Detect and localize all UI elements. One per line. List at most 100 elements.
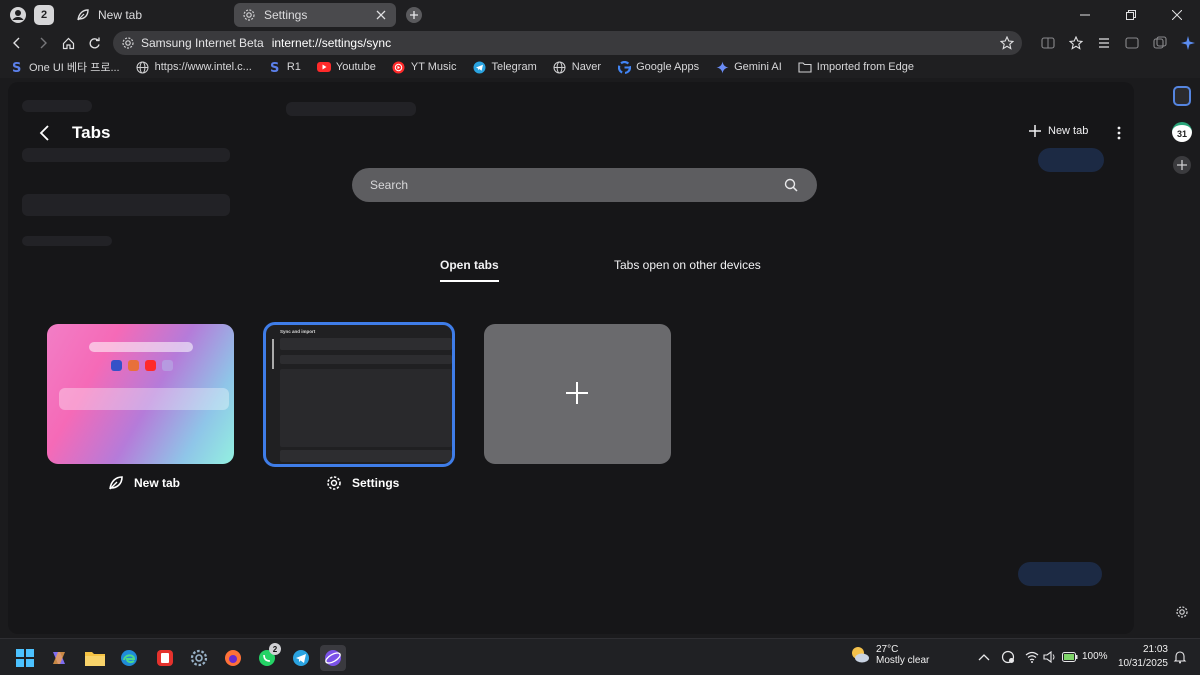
bookmark-star-icon[interactable] [999, 36, 1014, 50]
copilot-icon[interactable] [46, 645, 72, 671]
bookmark-label: Imported from Edge [816, 61, 914, 73]
clock-time: 21:03 [1142, 644, 1168, 655]
close-window-button[interactable] [1154, 0, 1200, 30]
battery-icon[interactable] [1062, 649, 1078, 665]
leaf-icon [108, 475, 124, 491]
bookmark-item[interactable]: S One UI 베타 프로... [10, 59, 120, 75]
bookmark-item[interactable]: YT Music [392, 60, 457, 74]
gemini-icon [715, 60, 729, 74]
folder-icon [798, 60, 812, 74]
chevron-up-icon[interactable] [976, 649, 992, 665]
back-arrow-icon[interactable] [34, 122, 56, 144]
minimize-button[interactable] [1062, 0, 1108, 30]
collections-icon[interactable] [1148, 30, 1172, 56]
settings-app-icon[interactable] [186, 645, 212, 671]
samsung-internet-icon[interactable] [320, 645, 346, 671]
sidebar-toggle-icon[interactable] [1120, 30, 1144, 56]
bookmark-item[interactable]: Imported from Edge [798, 60, 914, 74]
volume-icon[interactable] [1042, 649, 1058, 665]
plus-icon [564, 380, 590, 406]
background-page-element [1018, 562, 1102, 586]
wifi-icon[interactable] [1024, 649, 1040, 665]
tab-open-tabs[interactable]: Open tabs [440, 258, 499, 282]
youtube-icon [316, 60, 331, 74]
gear-icon [242, 8, 256, 22]
thumbnail-card [59, 388, 229, 410]
app-icon[interactable] [152, 645, 178, 671]
svg-text:S: S [270, 61, 279, 74]
sync-status-icon[interactable] [1000, 649, 1016, 665]
tab-card-settings[interactable]: Sync and import [263, 322, 455, 467]
add-tab-card[interactable] [484, 324, 671, 464]
url-text[interactable]: internet://settings/sync [272, 36, 391, 50]
bookmark-item[interactable]: Naver [553, 60, 601, 74]
site-name: Samsung Internet Beta [140, 36, 264, 50]
bookmarks-icon[interactable] [1064, 30, 1088, 56]
bookmark-item[interactable]: https://www.intel.c... [136, 60, 252, 74]
back-button[interactable] [4, 30, 30, 56]
thumbnail-scrollbar [272, 339, 274, 369]
menu-icon[interactable] [1092, 30, 1116, 56]
close-tab-icon[interactable] [374, 8, 388, 22]
firefox-icon[interactable] [220, 645, 246, 671]
tab-title: Settings [264, 8, 308, 22]
bookmark-item[interactable]: Google Apps [617, 60, 699, 74]
add-sidebar-item-icon[interactable] [1173, 156, 1191, 174]
start-icon[interactable] [12, 645, 38, 671]
notification-bell-icon[interactable] [1172, 649, 1188, 665]
home-button[interactable] [55, 30, 81, 56]
forward-button[interactable] [30, 30, 56, 56]
bookmark-label: Gemini AI [734, 61, 782, 73]
telegram-icon[interactable] [288, 645, 314, 671]
address-bar[interactable]: Samsung Internet Beta internet://setting… [112, 31, 1022, 55]
card-label-text: Settings [352, 476, 400, 490]
reload-button[interactable] [81, 30, 107, 56]
tab-other-devices[interactable]: Tabs open on other devices [614, 258, 761, 272]
other-devices-label: Tabs open on other devices [614, 258, 761, 272]
split-view-icon[interactable] [1036, 30, 1060, 56]
tab-card-new-tab[interactable] [47, 324, 234, 464]
bookmark-label: One UI 베타 프로... [29, 62, 120, 74]
calendar-icon[interactable]: 31 [1172, 122, 1192, 142]
thumbnail-row [280, 450, 452, 462]
clock[interactable]: 21:03 10/31/2025 [1116, 643, 1168, 671]
tab-new-tab[interactable]: New tab [68, 3, 230, 27]
tab-title: New tab [98, 8, 143, 22]
new-tab-action-label: New tab [1048, 125, 1089, 137]
navigation-bar: Samsung Internet Beta internet://setting… [0, 30, 1200, 56]
bookmark-item[interactable]: Gemini AI [715, 60, 782, 74]
new-tab-action-button[interactable]: New tab [1028, 124, 1088, 138]
whatsapp-icon[interactable]: 2 [254, 643, 281, 671]
svg-text:S: S [12, 61, 21, 74]
weather-widget[interactable]: 27°C Mostly clear [850, 644, 929, 666]
google-icon [617, 60, 631, 74]
right-sidebar: 31 [1160, 82, 1200, 634]
bookmark-item[interactable]: Telegram [473, 60, 537, 74]
restore-button[interactable] [1108, 0, 1154, 30]
tab-settings[interactable]: Settings [234, 3, 396, 27]
phone-icon[interactable] [1173, 86, 1191, 106]
more-options-icon[interactable] [1112, 124, 1126, 142]
sidebar-settings-icon[interactable] [1174, 604, 1190, 620]
thumbnail-row [280, 338, 452, 350]
telegram-icon [473, 60, 487, 74]
bookmark-label: Youtube [335, 61, 376, 73]
tab-count-button[interactable]: 2 [34, 5, 54, 25]
battery-percent: 100% [1082, 651, 1108, 662]
edge-icon[interactable] [116, 645, 142, 671]
file-explorer-icon[interactable] [82, 645, 108, 671]
gear-icon [326, 475, 342, 491]
bookmark-item[interactable]: Youtube [316, 60, 376, 74]
search-tabs-input[interactable]: Search [352, 168, 817, 202]
leaf-icon [76, 8, 90, 22]
new-tab-button[interactable] [406, 7, 422, 23]
card-label-text: New tab [134, 476, 181, 490]
site-settings-icon[interactable] [121, 36, 135, 50]
search-icon[interactable] [783, 177, 799, 193]
background-page-element [286, 102, 416, 116]
bookmark-item[interactable]: S R1 [268, 60, 301, 74]
profile-icon[interactable] [8, 5, 28, 25]
thumbnail-row [280, 369, 452, 447]
ai-assistant-icon[interactable] [1176, 30, 1200, 56]
background-page-element [22, 100, 92, 112]
